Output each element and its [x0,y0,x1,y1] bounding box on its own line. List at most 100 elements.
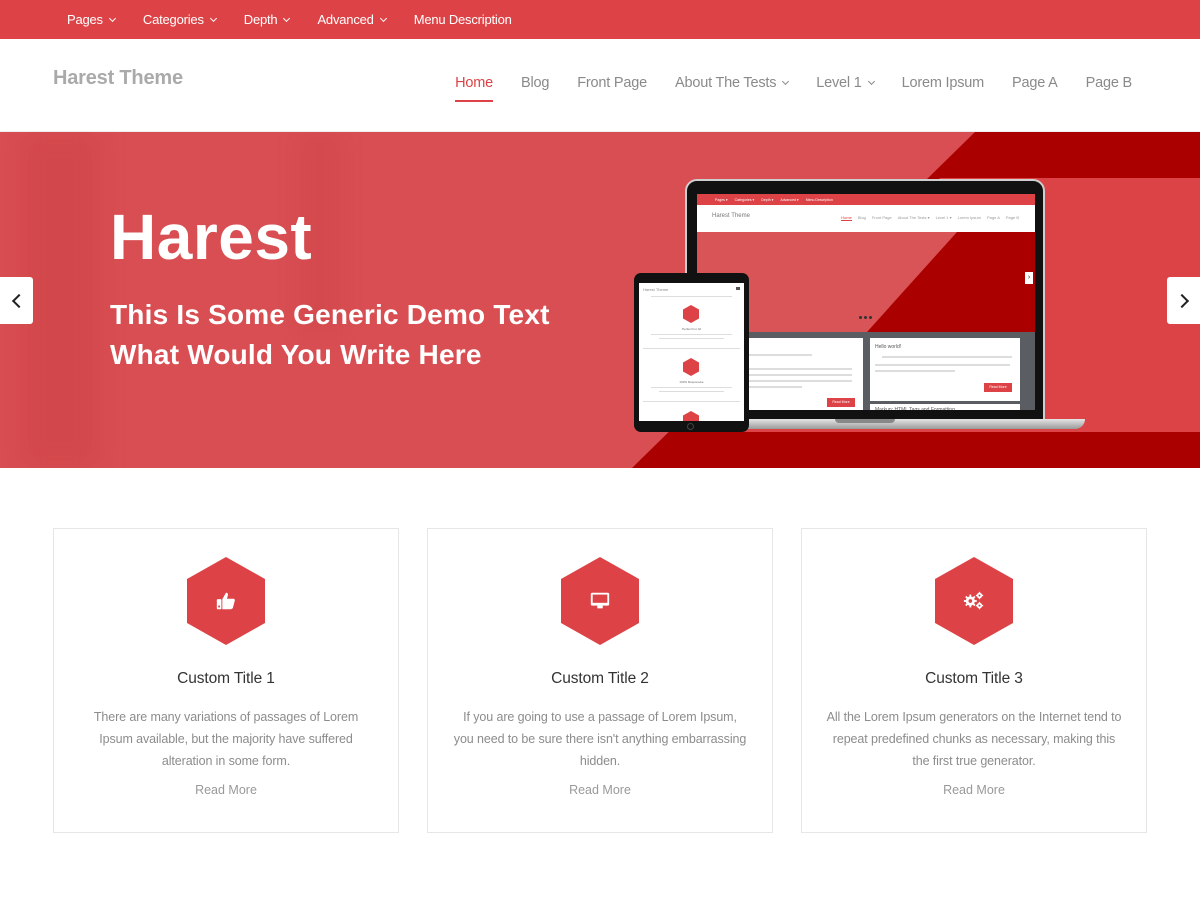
mockup-text: Menu Description [805,197,833,202]
top-menu-item-depth[interactable]: Depth [243,12,291,27]
mockup-text: Read More [827,398,855,407]
nav-label: Home [455,75,494,91]
feature-title: Custom Title 3 [925,670,1023,687]
mockup-line [651,296,732,297]
mockup-line [659,391,724,392]
mockup-text: Harest Theme [643,287,669,292]
feature-description: All the Lorem Ipsum generators on the In… [826,710,1122,768]
top-menu-item-menu-description[interactable]: Menu Description [414,12,512,27]
tablet-home-button [687,423,694,430]
nav-item-level-1[interactable]: Level 1 [816,75,875,91]
mockup-text: Categories ▾ [734,197,755,202]
mockup-line [643,401,740,402]
mockup-header: Harest Theme Home Blog Front Page About … [697,205,1035,232]
tablet-mockup-image: Harest Theme Perfect For All 100% Respon… [634,273,749,432]
top-menu-item-categories[interactable]: Categories [142,12,217,27]
site-title[interactable]: Harest Theme [53,67,183,90]
nav-label: Page B [1085,75,1133,91]
hero-title: Harest [110,201,313,273]
main-nav: Home Blog Front Page About The Tests Lev… [427,75,1133,102]
mockup-line [882,356,1012,358]
feature-card: Custom Title 2 If you are going to use a… [427,528,773,833]
chevron-down-icon [108,14,116,22]
mockup-line [659,338,724,339]
feature-hexagon [561,557,639,645]
feature-description: There are many variations of passages of… [93,710,359,768]
mockup-hex-icon [683,358,699,376]
nav-item-blog[interactable]: Blog [521,75,549,91]
nav-item-front-page[interactable]: Front Page [577,75,647,91]
chevron-down-icon [379,14,387,22]
nav-label: Page A [1012,75,1058,91]
nav-item-about-the-tests[interactable]: About The Tests [675,75,790,91]
top-menu: Pages Categories Depth Advanced Menu Des… [67,0,540,39]
mockup-line [643,348,740,349]
mockup-text: Markup: HTML Tags and Formatting [875,407,955,410]
mockup-text: Blog [857,215,866,220]
mockup-text: 100% Responsive [679,380,704,384]
feature-title: Custom Title 2 [551,670,649,687]
read-more-link[interactable]: Read More [428,783,772,797]
mockup-text: Front Page [871,215,892,220]
mockup-post-card: Markup: HTML Tags and Formatting [870,404,1020,410]
mockup-text: Page B [1005,215,1019,220]
chevron-down-icon [209,14,217,22]
nav-item-home[interactable]: Home [455,75,494,102]
mockup-text: Harest Theme [712,213,750,219]
chevron-down-icon [782,77,790,86]
top-menu-item-pages[interactable]: Pages [67,12,116,27]
nav-label: Front Page [577,75,647,91]
nav-label: Level 1 [816,75,862,91]
top-menu-item-advanced[interactable]: Advanced [317,12,387,27]
mockup-slider-dots [859,316,874,319]
nav-item-page-b[interactable]: Page B [1085,75,1133,91]
mockup-text: Hello world! [875,344,902,350]
hero-subtitle-line: This Is Some Generic Demo Text [110,299,550,330]
mockup-text: Pages ▾ [715,197,728,202]
mockup-menu-icon [736,287,740,290]
mockup-line [651,334,732,335]
mockup-chevron-right-icon: › [1025,272,1033,284]
chevron-down-icon [283,14,291,22]
mockup-text: Lorem Ipsum [957,215,981,220]
feature-description: If you are going to use a passage of Lor… [453,710,747,768]
feature-card: Custom Title 3 All the Lorem Ipsum gener… [801,528,1147,833]
hero-subtitle: This Is Some Generic Demo Text What Woul… [110,295,550,375]
feature-card: Custom Title 1 There are many variations… [53,528,399,833]
chevron-down-icon [867,77,875,86]
features-section: Custom Title 1 There are many variations… [53,528,1147,833]
mockup-text: Read More [984,383,1012,392]
nav-item-lorem-ipsum[interactable]: Lorem Ipsum [901,75,985,91]
mockup-line [875,370,955,372]
laptop-notch [835,419,895,423]
chevron-right-icon [1174,293,1189,308]
thumbs-up-icon [216,592,235,610]
chevron-left-icon [11,293,26,308]
read-more-link[interactable]: Read More [802,783,1146,797]
top-menu-label: Depth [243,12,278,27]
top-menu-label: Pages [67,12,103,27]
nav-label: Lorem Ipsum [901,75,985,91]
site-header: Harest Theme Home Blog Front Page About … [0,39,1200,132]
slider-prev-button[interactable] [0,277,33,324]
tablet-screen: Harest Theme Perfect For All 100% Respon… [639,283,744,421]
hero-subtitle-line: What Would You Write Here [110,339,482,370]
read-more-link[interactable]: Read More [54,783,398,797]
mockup-line [651,387,732,388]
top-menu-label: Categories [142,12,204,27]
mockup-text: Advanced ▾ [780,197,799,202]
desktop-icon [590,592,610,609]
nav-label: Blog [521,75,550,91]
feature-hexagon [187,557,265,645]
slider-next-button[interactable] [1167,277,1200,324]
hero-slider: Harest This Is Some Generic Demo Text Wh… [0,132,1200,468]
feature-hexagon [935,557,1013,645]
nav-item-page-a[interactable]: Page A [1012,75,1058,91]
top-menu-label: Menu Description [413,12,512,27]
mockup-post-card: Hello world! Read More [870,338,1020,401]
top-menu-bar: Pages Categories Depth Advanced Menu Des… [0,0,1200,39]
mockup-text: Depth ▾ [761,197,774,202]
mockup-text: About The Tests ▾ [897,215,930,220]
mockup-hex-icon [683,411,699,421]
mockup-topbar: Pages ▾ Categories ▾ Depth ▾ Advanced ▾ … [697,194,1035,205]
